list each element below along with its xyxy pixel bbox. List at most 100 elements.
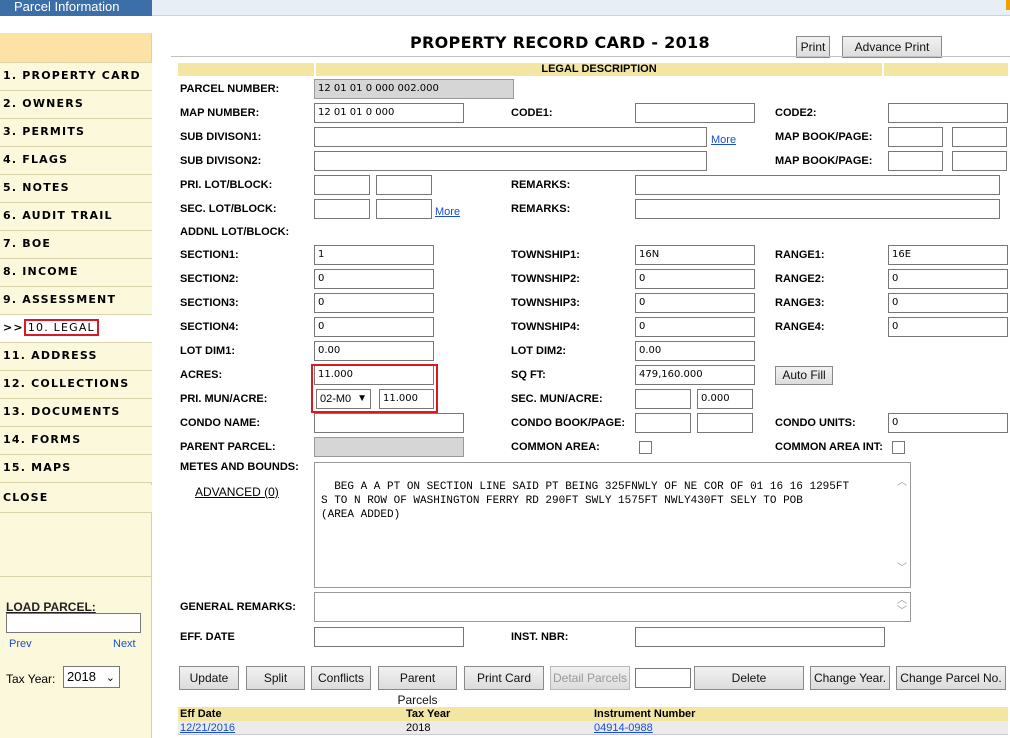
delete-button[interactable]: Delete xyxy=(694,666,804,690)
map-book2-field[interactable] xyxy=(888,151,943,171)
advance-print-button[interactable]: Advance Print xyxy=(842,36,942,58)
instrument-number-link[interactable]: 04914-0988 xyxy=(594,721,653,735)
sidebar-item-11[interactable]: 12. COLLECTIONS xyxy=(0,371,152,399)
sidebar-item-10[interactable]: 11. ADDRESS CHANGE xyxy=(0,343,152,388)
next-link[interactable]: Next xyxy=(113,638,136,650)
general-remarks-textarea[interactable]: ︿ ﹀ xyxy=(314,592,911,622)
scroll-down-icon[interactable]: ﹀ xyxy=(897,563,907,577)
scroll-down-icon[interactable]: ﹀ xyxy=(897,606,907,620)
pri-lot-block-label: PRI. LOT/BLOCK: xyxy=(180,179,273,191)
sidebar-header xyxy=(0,33,151,63)
township4-label: TOWNSHIP4: xyxy=(511,321,580,333)
auto-fill-button[interactable]: Auto Fill xyxy=(775,366,833,385)
range4-field[interactable]: 0 xyxy=(888,317,1008,337)
update-button[interactable]: Update xyxy=(179,666,239,690)
condo-name-label: CONDO NAME: xyxy=(180,417,261,429)
change-parcel-no-button[interactable]: Change Parcel No. xyxy=(896,666,1006,690)
conflicts-button[interactable]: Conflicts xyxy=(311,666,371,690)
remarks2-field[interactable] xyxy=(635,199,1000,219)
sidebar-item-1[interactable]: 2. OWNERS xyxy=(0,91,152,119)
parent-parcel-field xyxy=(314,437,464,457)
lot-dim2-field[interactable]: 0.00 xyxy=(635,341,755,361)
range1-label: RANGE1: xyxy=(775,249,825,261)
sec-lot-block-label: SEC. LOT/BLOCK: xyxy=(180,203,277,215)
sidebar-item-7[interactable]: 8. INCOME xyxy=(0,259,152,287)
print-button[interactable]: Print xyxy=(796,36,830,58)
code1-label: CODE1: xyxy=(511,107,553,119)
detail-parcels-input[interactable] xyxy=(635,668,691,688)
sidebar-item-13[interactable]: 14. FORMS xyxy=(0,427,152,455)
sidebar-item-8[interactable]: 9. ASSESSMENT xyxy=(0,287,152,315)
map-page2-field[interactable] xyxy=(952,151,1007,171)
sidebar-item-label: 3. PERMITS xyxy=(3,125,86,138)
remarks-label-2: REMARKS: xyxy=(511,203,571,215)
map-number-label: MAP NUMBER: xyxy=(180,107,260,119)
print-card-button[interactable]: Print Card xyxy=(464,666,544,690)
prev-link[interactable]: Prev xyxy=(9,638,32,650)
sec-mun-field[interactable] xyxy=(635,389,691,409)
sidebar-item-6[interactable]: 7. BOE xyxy=(0,231,152,259)
sec-mun-acre-field[interactable]: 0.000 xyxy=(697,389,753,409)
sidebar-item-15[interactable]: CLOSE xyxy=(0,485,152,513)
pri-lot-field[interactable] xyxy=(314,175,370,195)
change-year-button[interactable]: Change Year. xyxy=(810,666,890,690)
col-eff-date: Eff Date xyxy=(180,708,222,720)
sec-lot-field[interactable] xyxy=(314,199,370,219)
township3-label: TOWNSHIP3: xyxy=(511,297,580,309)
sidebar-item-9[interactable]: >> 10. LEGAL xyxy=(0,315,152,343)
parent-parcels-button[interactable]: Parent Parcels xyxy=(378,666,457,707)
map-book1-field[interactable] xyxy=(888,127,943,147)
tax-year-select[interactable]: 2018 ⌄ xyxy=(63,666,120,688)
section2-field[interactable]: 0 xyxy=(314,269,434,289)
section3-field[interactable]: 0 xyxy=(314,293,434,313)
code1-field[interactable] xyxy=(635,103,755,123)
township3-field[interactable]: 0 xyxy=(635,293,755,313)
common-area-int-checkbox[interactable] xyxy=(892,441,905,454)
sec-block-field[interactable] xyxy=(376,199,432,219)
sidebar-item-3[interactable]: 4. FLAGS xyxy=(0,147,152,175)
condo-book-page-label: CONDO BOOK/PAGE: xyxy=(511,417,626,429)
sidebar-item-12[interactable]: 13. DOCUMENTS xyxy=(0,399,152,427)
condo-page-field[interactable] xyxy=(697,413,753,433)
sidebar-item-4[interactable]: 5. NOTES xyxy=(0,175,152,203)
map-book-page-label-2: MAP BOOK/PAGE: xyxy=(775,155,873,167)
range1-field[interactable]: 16E xyxy=(888,245,1008,265)
sidebar-item-14[interactable]: 15. MAPS xyxy=(0,455,152,483)
condo-units-field[interactable]: 0 xyxy=(888,413,1008,433)
sidebar-item-label: 6. AUDIT TRAIL xyxy=(3,209,113,222)
load-parcel-input[interactable] xyxy=(6,613,141,633)
range2-field[interactable]: 0 xyxy=(888,269,1008,289)
map-page1-field[interactable] xyxy=(952,127,1007,147)
sidebar-item-0[interactable]: 1. PROPERTY CARD xyxy=(0,63,152,91)
metes-bounds-textarea[interactable]: BEG A A PT ON SECTION LINE SAID PT BEING… xyxy=(314,462,911,588)
section4-field[interactable]: 0 xyxy=(314,317,434,337)
eff-date-link[interactable]: 12/21/2016 xyxy=(180,721,235,735)
section1-field[interactable]: 1 xyxy=(314,245,434,265)
lot-dim1-field[interactable]: 0.00 xyxy=(314,341,434,361)
inst-nbr-field[interactable] xyxy=(635,627,885,647)
sq-ft-field[interactable]: 479,160.000 xyxy=(635,365,755,385)
sq-ft-label: SQ FT: xyxy=(511,369,546,381)
sidebar-item-2[interactable]: 3. PERMITS xyxy=(0,119,152,147)
pri-block-field[interactable] xyxy=(376,175,432,195)
eff-date-field[interactable] xyxy=(314,627,464,647)
scroll-up-icon[interactable]: ︿ xyxy=(897,477,907,491)
sidebar-item-5[interactable]: 6. AUDIT TRAIL xyxy=(0,203,152,231)
advanced-link[interactable]: ADVANCED (0) xyxy=(195,485,279,499)
township2-field[interactable]: 0 xyxy=(635,269,755,289)
sub-division1-field[interactable] xyxy=(314,127,707,147)
lot-block-more-link[interactable]: More xyxy=(435,206,460,218)
condo-book-field[interactable] xyxy=(635,413,691,433)
common-area-checkbox[interactable] xyxy=(639,441,652,454)
sub-division2-field[interactable] xyxy=(314,151,707,171)
sub-division-more-link[interactable]: More xyxy=(711,134,736,146)
remarks1-field[interactable] xyxy=(635,175,1000,195)
township4-field[interactable]: 0 xyxy=(635,317,755,337)
split-button[interactable]: Split xyxy=(246,666,305,690)
range3-field[interactable]: 0 xyxy=(888,293,1008,313)
parcel-information-tab[interactable]: Parcel Information xyxy=(0,0,152,16)
code2-field[interactable] xyxy=(888,103,1008,123)
township1-field[interactable]: 16N xyxy=(635,245,755,265)
map-number-field[interactable]: 12 01 01 0 000 xyxy=(314,103,464,123)
condo-name-field[interactable] xyxy=(314,413,464,433)
